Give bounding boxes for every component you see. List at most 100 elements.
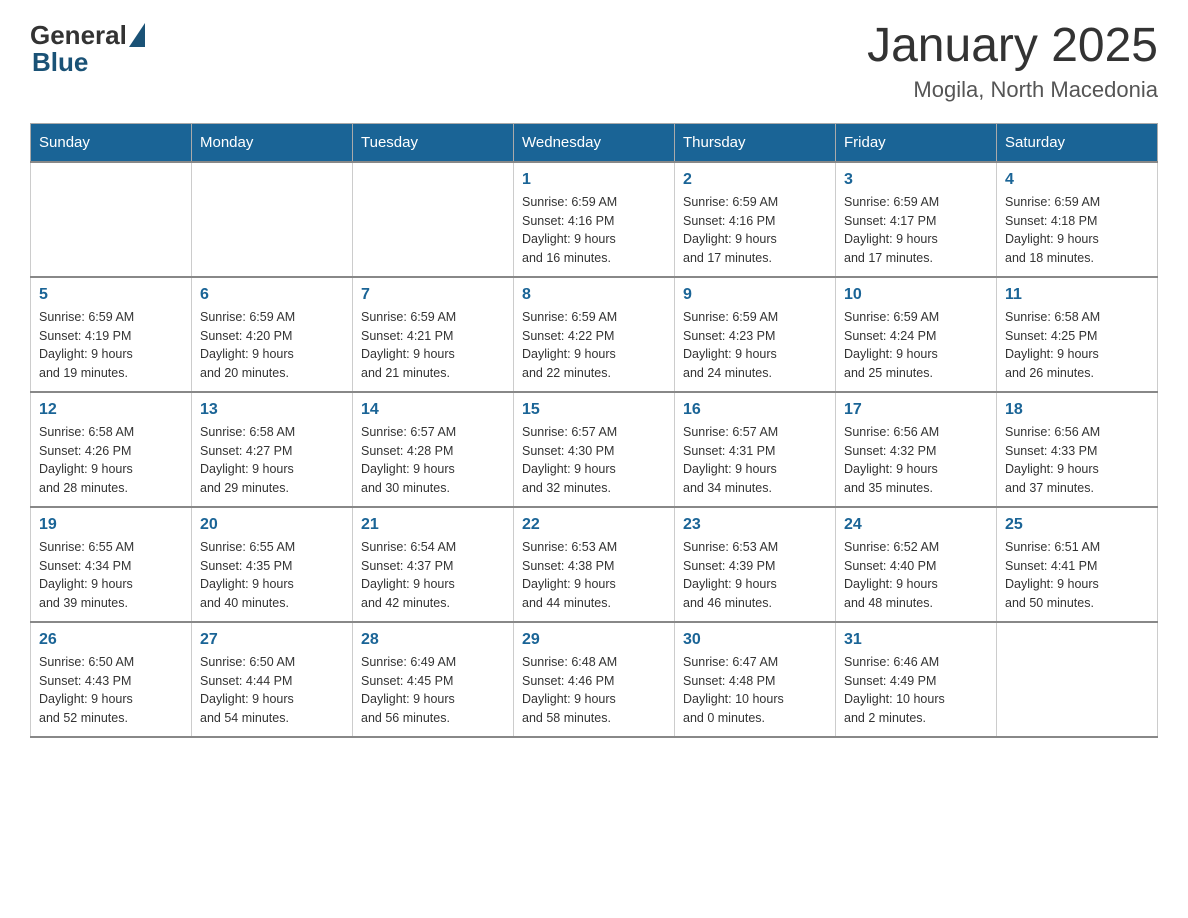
calendar-cell: 14 Sunrise: 6:57 AMSunset: 4:28 PMDayligh… bbox=[353, 392, 514, 507]
calendar-cell: 11 Sunrise: 6:58 AMSunset: 4:25 PMDayligh… bbox=[997, 277, 1158, 392]
day-number: 31 bbox=[844, 631, 988, 649]
day-number: 21 bbox=[361, 516, 505, 534]
calendar-cell: 26Sunrise: 6:50 AMSunset: 4:43 PMDayligh… bbox=[31, 622, 192, 737]
day-number: 2 bbox=[683, 171, 827, 189]
day-info: Sunrise: 6:49 AMSunset: 4:45 PMDaylight:… bbox=[361, 653, 505, 728]
calendar-cell: 3 Sunrise: 6:59 AMSunset: 4:17 PMDaylight… bbox=[836, 162, 997, 277]
calendar-cell: 20Sunrise: 6:55 AMSunset: 4:35 PMDayligh… bbox=[192, 507, 353, 622]
day-info: Sunrise: 6:55 AMSunset: 4:34 PMDaylight:… bbox=[39, 538, 183, 613]
day-number: 8 bbox=[522, 286, 666, 304]
day-number: 27 bbox=[200, 631, 344, 649]
calendar-cell: 6Sunrise: 6:59 AMSunset: 4:20 PMDaylight… bbox=[192, 277, 353, 392]
day-info: Sunrise: 6:59 AMSunset: 4:19 PMDaylight:… bbox=[39, 308, 183, 383]
day-info: Sunrise: 6:50 AMSunset: 4:44 PMDaylight:… bbox=[200, 653, 344, 728]
day-number: 11 bbox=[1005, 286, 1149, 304]
calendar-cell: 28 Sunrise: 6:49 AMSunset: 4:45 PMDayligh… bbox=[353, 622, 514, 737]
day-info: Sunrise: 6:54 AMSunset: 4:37 PMDaylight:… bbox=[361, 538, 505, 613]
day-info: Sunrise: 6:59 AMSunset: 4:16 PMDaylight:… bbox=[522, 193, 666, 268]
day-number: 10 bbox=[844, 286, 988, 304]
day-number: 19 bbox=[39, 516, 183, 534]
day-number: 30 bbox=[683, 631, 827, 649]
day-number: 24 bbox=[844, 516, 988, 534]
calendar-cell: 10 Sunrise: 6:59 AMSunset: 4:24 PMDayligh… bbox=[836, 277, 997, 392]
day-info: Sunrise: 6:59 AMSunset: 4:17 PMDaylight:… bbox=[844, 193, 988, 268]
calendar-cell: 29Sunrise: 6:48 AMSunset: 4:46 PMDayligh… bbox=[514, 622, 675, 737]
day-number: 22 bbox=[522, 516, 666, 534]
calendar-cell: 2 Sunrise: 6:59 AMSunset: 4:16 PMDaylight… bbox=[675, 162, 836, 277]
day-number: 1 bbox=[522, 171, 666, 189]
calendar-cell: 25 Sunrise: 6:51 AMSunset: 4:41 PMDayligh… bbox=[997, 507, 1158, 622]
day-info: Sunrise: 6:47 AMSunset: 4:48 PMDaylight:… bbox=[683, 653, 827, 728]
calendar-cell: 27 Sunrise: 6:50 AMSunset: 4:44 PMDayligh… bbox=[192, 622, 353, 737]
day-number: 6 bbox=[200, 286, 344, 304]
day-number: 28 bbox=[361, 631, 505, 649]
day-info: Sunrise: 6:53 AMSunset: 4:38 PMDaylight:… bbox=[522, 538, 666, 613]
logo-triangle-icon bbox=[129, 23, 145, 47]
logo: General Blue bbox=[30, 20, 145, 78]
day-number: 16 bbox=[683, 401, 827, 419]
title-block: January 2025 Mogila, North Macedonia bbox=[867, 20, 1158, 103]
day-info: Sunrise: 6:59 AMSunset: 4:21 PMDaylight:… bbox=[361, 308, 505, 383]
day-number: 12 bbox=[39, 401, 183, 419]
day-info: Sunrise: 6:59 AMSunset: 4:16 PMDaylight:… bbox=[683, 193, 827, 268]
day-info: Sunrise: 6:58 AMSunset: 4:26 PMDaylight:… bbox=[39, 423, 183, 498]
calendar-header-friday: Friday bbox=[836, 123, 997, 162]
day-info: Sunrise: 6:56 AMSunset: 4:33 PMDaylight:… bbox=[1005, 423, 1149, 498]
calendar-header-monday: Monday bbox=[192, 123, 353, 162]
day-number: 14 bbox=[361, 401, 505, 419]
calendar-header-thursday: Thursday bbox=[675, 123, 836, 162]
calendar-cell: 8 Sunrise: 6:59 AMSunset: 4:22 PMDaylight… bbox=[514, 277, 675, 392]
calendar-header-wednesday: Wednesday bbox=[514, 123, 675, 162]
day-number: 7 bbox=[361, 286, 505, 304]
calendar-cell: 15Sunrise: 6:57 AMSunset: 4:30 PMDayligh… bbox=[514, 392, 675, 507]
day-number: 13 bbox=[200, 401, 344, 419]
day-number: 18 bbox=[1005, 401, 1149, 419]
day-info: Sunrise: 6:53 AMSunset: 4:39 PMDaylight:… bbox=[683, 538, 827, 613]
day-info: Sunrise: 6:59 AMSunset: 4:18 PMDaylight:… bbox=[1005, 193, 1149, 268]
calendar-cell: 19 Sunrise: 6:55 AMSunset: 4:34 PMDayligh… bbox=[31, 507, 192, 622]
day-info: Sunrise: 6:59 AMSunset: 4:23 PMDaylight:… bbox=[683, 308, 827, 383]
calendar-header-row: SundayMondayTuesdayWednesdayThursdayFrid… bbox=[31, 123, 1158, 162]
page-subtitle: Mogila, North Macedonia bbox=[867, 77, 1158, 103]
calendar-cell: 24Sunrise: 6:52 AMSunset: 4:40 PMDayligh… bbox=[836, 507, 997, 622]
calendar-table: SundayMondayTuesdayWednesdayThursdayFrid… bbox=[30, 123, 1158, 738]
calendar-cell: 18 Sunrise: 6:56 AMSunset: 4:33 PMDayligh… bbox=[997, 392, 1158, 507]
calendar-cell: 9 Sunrise: 6:59 AMSunset: 4:23 PMDaylight… bbox=[675, 277, 836, 392]
page-title: January 2025 bbox=[867, 20, 1158, 73]
day-number: 23 bbox=[683, 516, 827, 534]
calendar-cell: 30 Sunrise: 6:47 AMSunset: 4:48 PMDayligh… bbox=[675, 622, 836, 737]
day-info: Sunrise: 6:57 AMSunset: 4:28 PMDaylight:… bbox=[361, 423, 505, 498]
calendar-week-row: 1 Sunrise: 6:59 AMSunset: 4:16 PMDaylight… bbox=[31, 162, 1158, 277]
day-number: 20 bbox=[200, 516, 344, 534]
day-number: 25 bbox=[1005, 516, 1149, 534]
day-info: Sunrise: 6:58 AMSunset: 4:25 PMDaylight:… bbox=[1005, 308, 1149, 383]
calendar-header-saturday: Saturday bbox=[997, 123, 1158, 162]
calendar-week-row: 26Sunrise: 6:50 AMSunset: 4:43 PMDayligh… bbox=[31, 622, 1158, 737]
calendar-cell: 21 Sunrise: 6:54 AMSunset: 4:37 PMDayligh… bbox=[353, 507, 514, 622]
calendar-cell: 23 Sunrise: 6:53 AMSunset: 4:39 PMDayligh… bbox=[675, 507, 836, 622]
day-number: 5 bbox=[39, 286, 183, 304]
calendar-cell: 13 Sunrise: 6:58 AMSunset: 4:27 PMDayligh… bbox=[192, 392, 353, 507]
calendar-cell: 12 Sunrise: 6:58 AMSunset: 4:26 PMDayligh… bbox=[31, 392, 192, 507]
day-info: Sunrise: 6:59 AMSunset: 4:22 PMDaylight:… bbox=[522, 308, 666, 383]
calendar-cell bbox=[353, 162, 514, 277]
day-number: 17 bbox=[844, 401, 988, 419]
day-info: Sunrise: 6:58 AMSunset: 4:27 PMDaylight:… bbox=[200, 423, 344, 498]
calendar-header-tuesday: Tuesday bbox=[353, 123, 514, 162]
day-number: 9 bbox=[683, 286, 827, 304]
calendar-cell: 16Sunrise: 6:57 AMSunset: 4:31 PMDayligh… bbox=[675, 392, 836, 507]
day-number: 29 bbox=[522, 631, 666, 649]
day-info: Sunrise: 6:56 AMSunset: 4:32 PMDaylight:… bbox=[844, 423, 988, 498]
calendar-cell: 4 Sunrise: 6:59 AMSunset: 4:18 PMDaylight… bbox=[997, 162, 1158, 277]
day-number: 4 bbox=[1005, 171, 1149, 189]
calendar-cell: 17 Sunrise: 6:56 AMSunset: 4:32 PMDayligh… bbox=[836, 392, 997, 507]
calendar-week-row: 19 Sunrise: 6:55 AMSunset: 4:34 PMDayligh… bbox=[31, 507, 1158, 622]
calendar-week-row: 5 Sunrise: 6:59 AMSunset: 4:19 PMDaylight… bbox=[31, 277, 1158, 392]
day-number: 3 bbox=[844, 171, 988, 189]
day-info: Sunrise: 6:57 AMSunset: 4:30 PMDaylight:… bbox=[522, 423, 666, 498]
day-info: Sunrise: 6:59 AMSunset: 4:24 PMDaylight:… bbox=[844, 308, 988, 383]
calendar-cell: 31Sunrise: 6:46 AMSunset: 4:49 PMDayligh… bbox=[836, 622, 997, 737]
day-number: 26 bbox=[39, 631, 183, 649]
day-info: Sunrise: 6:51 AMSunset: 4:41 PMDaylight:… bbox=[1005, 538, 1149, 613]
calendar-cell bbox=[192, 162, 353, 277]
